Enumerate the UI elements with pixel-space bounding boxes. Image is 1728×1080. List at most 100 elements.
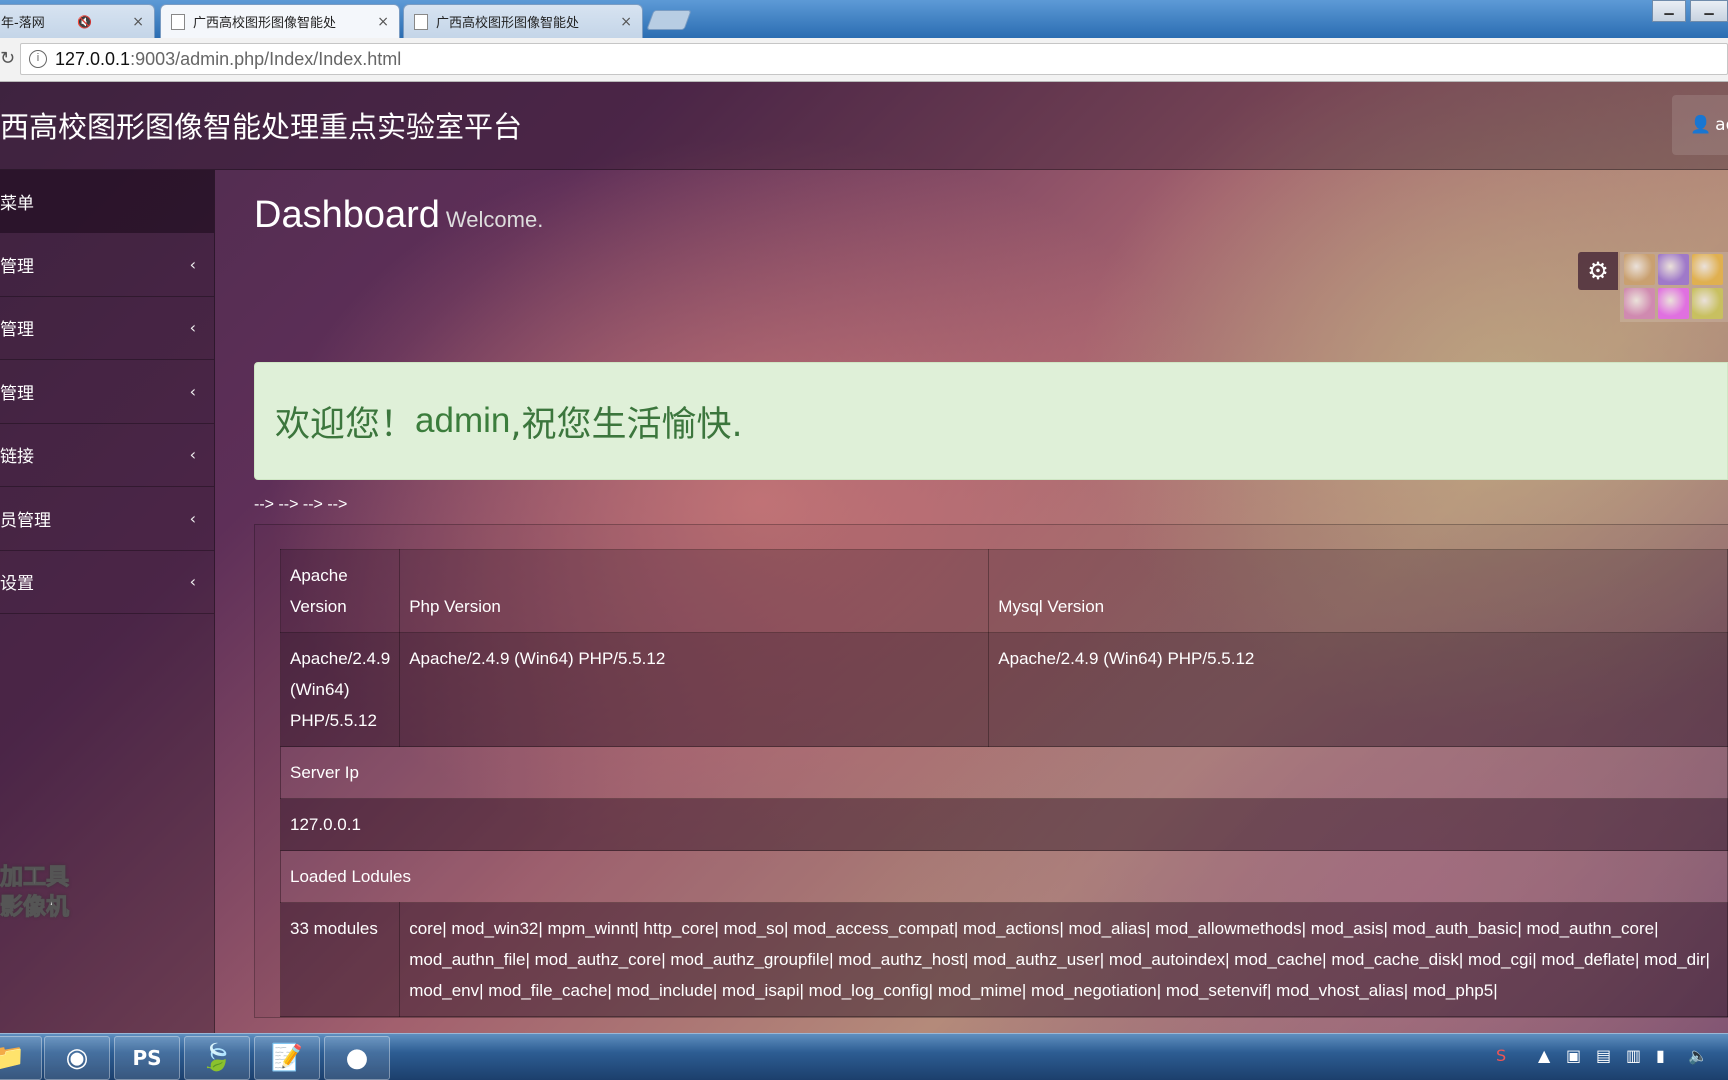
user-menu-button[interactable]: 👤 adm: [1672, 95, 1728, 155]
sidebar-item-members[interactable]: 员管理 ‹: [0, 487, 214, 551]
label-server-ip: Server Ip: [280, 746, 1728, 799]
skin-swatch[interactable]: [1692, 288, 1723, 319]
welcome-prefix: 欢迎您！: [275, 404, 416, 445]
sidebar-item-3[interactable]: 管理 ‹: [0, 360, 214, 424]
cell-modules-list: core| mod_win32| mpm_winnt| http_core| m…: [399, 902, 1728, 1017]
table-row: Server Ip: [280, 746, 1728, 799]
header-apache-version: Apache Version: [279, 549, 401, 633]
cell-php-version: Apache/2.4.9 (Win64) PHP/5.5.12: [399, 632, 990, 747]
gear-icon[interactable]: ⚙: [1578, 252, 1618, 290]
browser-tab-1[interactable]: 年-落网 🔇 ×: [0, 4, 155, 38]
app-red-icon[interactable]: ●: [324, 1036, 390, 1080]
table-row: 127.0.0.1: [280, 798, 1728, 851]
table-row: 33 modules core| mod_win32| mpm_winnt| h…: [279, 902, 1728, 1017]
chevron-left-icon: ‹: [189, 508, 196, 528]
page-title: Dashboard Welcome.: [254, 194, 543, 237]
info-icon[interactable]: i: [29, 50, 47, 68]
video-watermark: 加工具 影像机: [0, 862, 70, 922]
welcome-suffix: ,祝您生活愉快.: [510, 404, 743, 445]
file-explorer-icon[interactable]: 📁: [0, 1036, 42, 1080]
skin-swatch[interactable]: [1692, 254, 1723, 285]
user-label: adm: [1715, 115, 1728, 135]
close-icon[interactable]: ×: [124, 14, 144, 30]
user-profile-button[interactable]: ▁: [1652, 0, 1686, 22]
page-title-text: Dashboard: [254, 194, 440, 236]
skin-swatch[interactable]: [1624, 288, 1655, 319]
sidebar-item-2[interactable]: 管理 ‹: [0, 297, 214, 360]
close-icon[interactable]: ×: [612, 14, 632, 30]
tab-title: 广西高校图形图像智能处: [193, 16, 337, 31]
sidebar-header-label: 菜单: [0, 194, 34, 214]
skin-picker: [1620, 252, 1728, 322]
sidebar-item-1[interactable]: 管理 ‹: [0, 233, 214, 297]
skin-swatch[interactable]: [1658, 288, 1689, 319]
sidebar-item-label: 管理: [0, 383, 34, 404]
welcome-user: admin: [415, 401, 511, 440]
ime-icon[interactable]: S: [1496, 1046, 1506, 1065]
watermark-line: 影像机: [0, 894, 70, 921]
notepad-icon[interactable]: 📝: [254, 1036, 320, 1080]
browser-tab-2[interactable]: 广西高校图形图像智能处 ×: [160, 4, 400, 38]
table-row: Loaded Lodules: [280, 850, 1728, 903]
app-green-icon[interactable]: 🍃: [184, 1036, 250, 1080]
page-icon: [414, 13, 428, 30]
sidebar-item-label: 链接: [0, 447, 34, 468]
sidebar-item-settings[interactable]: 设置 ‹: [0, 551, 214, 614]
address-bar: ↻ i 127.0.0.1:9003/admin.php/Index/Index…: [0, 38, 1728, 82]
page-subtitle: Welcome.: [445, 207, 544, 232]
label-loaded-modules: Loaded Lodules: [280, 850, 1728, 903]
browser-tab-3[interactable]: 广西高校图形图像智能处 ×: [403, 4, 643, 38]
tray-app-icon[interactable]: ▣: [1566, 1046, 1581, 1065]
main-content: Dashboard Welcome. ⚙ 欢迎您！ admin ,祝您生活愉快. …: [215, 170, 1728, 1033]
cell-apache-version: Apache/2.4.9 (Win64) PHP/5.5.12: [279, 632, 401, 747]
new-tab-button[interactable]: [646, 10, 692, 30]
server-info-table: Apache Version Php Version Mysql Version…: [279, 549, 1728, 1017]
tray-app-icon[interactable]: ▤: [1596, 1046, 1611, 1065]
chevron-left-icon: ‹: [189, 445, 196, 465]
sidebar-item-links[interactable]: 链接 ‹: [0, 424, 214, 487]
admin-page: 西高校图形图像智能处理重点实验室平台 👤 adm 菜单 管理 ‹ 管理 ‹ 管理…: [0, 82, 1728, 1033]
phpstorm-icon[interactable]: PS: [114, 1036, 180, 1080]
url-input[interactable]: i 127.0.0.1:9003/admin.php/Index/Index.h…: [20, 43, 1728, 75]
tray-app-icon[interactable]: ▥: [1626, 1046, 1641, 1065]
sidebar-item-label: 设置: [0, 574, 34, 595]
tray-expand-icon[interactable]: ▲: [1538, 1046, 1550, 1065]
watermark-line: 加工具: [0, 864, 70, 891]
ps-label: PS: [132, 1046, 162, 1070]
chevron-left-icon: ‹: [189, 318, 196, 338]
reload-icon[interactable]: ↻: [0, 48, 15, 69]
sidebar-header: 菜单: [0, 170, 214, 233]
cell-mysql-version: Apache/2.4.9 (Win64) PHP/5.5.12: [988, 632, 1728, 747]
close-icon[interactable]: ×: [369, 14, 389, 30]
speaker-muted-icon[interactable]: 🔇: [77, 15, 92, 29]
header-mysql-version: Mysql Version: [988, 549, 1728, 633]
page-icon: [171, 13, 185, 30]
chevron-left-icon: ‹: [189, 572, 196, 592]
chrome-icon[interactable]: ◉: [44, 1036, 110, 1080]
volume-icon[interactable]: 🔈: [1688, 1046, 1708, 1065]
sidebar-item-label: 管理: [0, 320, 34, 341]
skin-swatch[interactable]: [1658, 254, 1689, 285]
welcome-alert: 欢迎您！ admin ,祝您生活愉快.: [254, 362, 1728, 480]
site-brand[interactable]: 西高校图形图像智能处理重点实验室平台: [0, 104, 522, 146]
windows-taskbar: 📁 ◉ PS 🍃 📝 ● S ▲ ▣ ▤ ▥ ▮ 🔈: [0, 1033, 1728, 1080]
tab-title: 年-落网: [1, 16, 45, 31]
tab-title: 广西高校图形图像智能处: [436, 16, 580, 31]
header-php-version: Php Version: [399, 549, 990, 633]
top-navbar: 西高校图形图像智能处理重点实验室平台 👤 adm: [0, 82, 1728, 170]
sidebar-item-label: 管理: [0, 256, 34, 277]
network-icon[interactable]: ▮: [1656, 1046, 1665, 1065]
server-info-panel: Apache Version Php Version Mysql Version…: [254, 524, 1728, 1018]
tab-strip: 年-落网 🔇 × 广西高校图形图像智能处 × 广西高校图形图像智能处 × ▁ ▁: [0, 0, 1728, 38]
person-icon: 👤: [1690, 115, 1712, 135]
skin-swatch[interactable]: [1624, 254, 1655, 285]
cell-server-ip: 127.0.0.1: [280, 798, 1728, 851]
minimize-button[interactable]: ▁: [1690, 0, 1728, 22]
cell-modules-count: 33 modules: [279, 902, 401, 1017]
url-path: :9003/admin.php/Index/Index.html: [130, 48, 402, 69]
stray-text: --> --> --> -->: [254, 496, 348, 513]
sidebar-item-label: 员管理: [0, 510, 51, 531]
browser-chrome: 年-落网 🔇 × 广西高校图形图像智能处 × 广西高校图形图像智能处 × ▁ ▁…: [0, 0, 1728, 82]
table-row: Apache Version Php Version Mysql Version: [279, 549, 1728, 633]
chevron-left-icon: ‹: [189, 381, 196, 401]
